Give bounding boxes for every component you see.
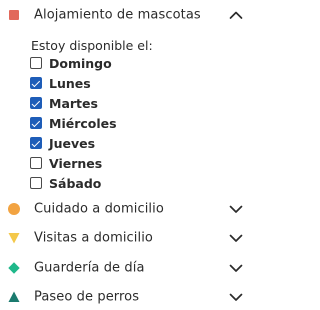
day-label: Lunes	[49, 75, 91, 91]
square-marker-icon	[8, 9, 20, 21]
day-checkbox[interactable]	[30, 57, 42, 69]
diamond-marker-icon	[8, 262, 20, 274]
chevron-up-icon[interactable]	[228, 7, 244, 23]
chevron-down-icon[interactable]	[228, 201, 244, 217]
chevron-down-icon[interactable]	[228, 260, 244, 276]
day-label: Sábado	[49, 175, 102, 191]
day-checkbox[interactable]	[30, 117, 42, 129]
day-option-saturday[interactable]: Sábado	[30, 174, 101, 192]
day-checkbox[interactable]	[30, 137, 42, 149]
day-label: Viernes	[49, 155, 103, 171]
section-header-pet-boarding[interactable]: Alojamiento de mascotas	[0, 3, 256, 27]
day-checkbox[interactable]	[30, 177, 42, 189]
section-header-drop-in-visits[interactable]: Visitas a domicilio	[0, 226, 256, 250]
chevron-down-icon[interactable]	[228, 230, 244, 246]
day-label: Domingo	[49, 55, 112, 71]
day-option-friday[interactable]: Viernes	[30, 154, 102, 172]
day-label: Martes	[49, 95, 98, 111]
day-checkbox[interactable]	[30, 157, 42, 169]
chevron-down-icon[interactable]	[228, 289, 244, 305]
triangle-up-marker-icon	[8, 291, 20, 302]
day-checkbox[interactable]	[30, 77, 42, 89]
day-label: Miércoles	[49, 115, 117, 131]
section-header-dog-walking[interactable]: Paseo de perros	[0, 285, 256, 309]
section-label: Paseo de perros	[34, 289, 140, 305]
day-option-thursday[interactable]: Jueves	[30, 134, 95, 152]
day-label: Jueves	[49, 135, 96, 151]
section-header-house-sitting[interactable]: Cuidado a domicilio	[0, 197, 256, 221]
section-label: Alojamiento de mascotas	[34, 7, 201, 23]
section-label: Guardería de día	[34, 260, 145, 276]
day-option-wednesday[interactable]: Miércoles	[30, 114, 117, 132]
circle-marker-icon	[8, 203, 20, 215]
section-header-doggy-day-care[interactable]: Guardería de día	[0, 256, 256, 280]
day-option-monday[interactable]: Lunes	[30, 74, 91, 92]
section-label: Cuidado a domicilio	[34, 201, 164, 217]
availability-title: Estoy disponible el:	[31, 38, 153, 53]
triangle-down-marker-icon	[8, 233, 20, 244]
day-option-sunday[interactable]: Domingo	[30, 54, 112, 72]
day-checkbox[interactable]	[30, 97, 42, 109]
section-label: Visitas a domicilio	[34, 230, 153, 246]
day-option-tuesday[interactable]: Martes	[30, 94, 98, 112]
